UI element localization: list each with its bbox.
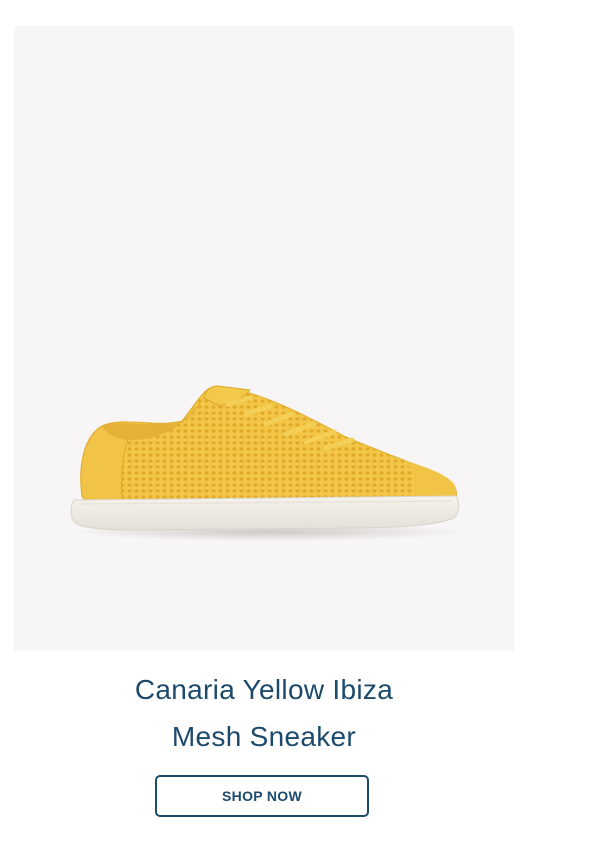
product-image[interactable] <box>14 26 514 651</box>
shop-now-button[interactable]: SHOP NOW <box>155 775 369 817</box>
product-card: Canaria Yellow Ibiza Mesh Sneaker SHOP N… <box>14 26 514 826</box>
product-title-line-1[interactable]: Canaria Yellow Ibiza <box>14 666 514 713</box>
sneaker-illustration <box>70 385 464 541</box>
product-title-line-2[interactable]: Mesh Sneaker <box>14 713 514 760</box>
product-title[interactable]: Canaria Yellow Ibiza Mesh Sneaker <box>14 666 514 760</box>
